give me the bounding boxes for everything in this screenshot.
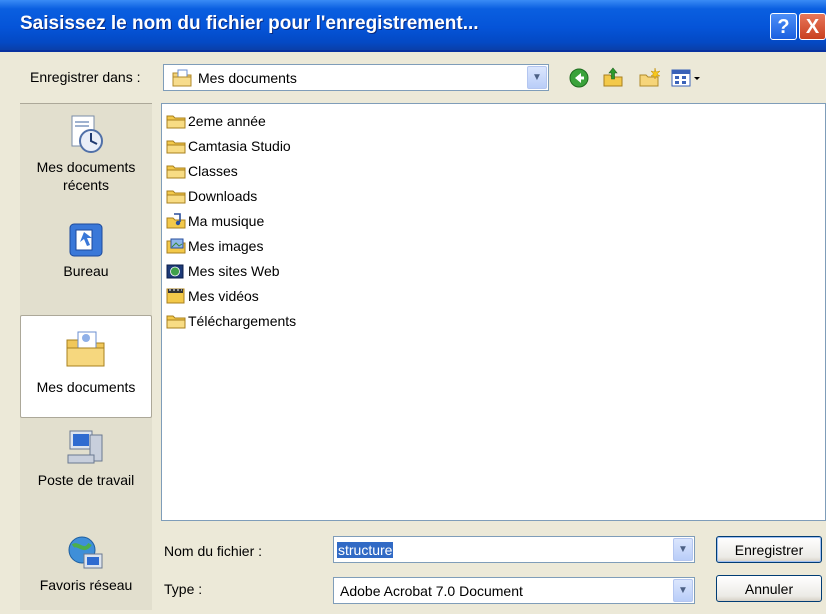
folder-icon <box>166 115 186 129</box>
file-name: Téléchargements <box>188 313 297 329</box>
filename-value: structure <box>337 541 394 558</box>
list-item[interactable]: 2eme année <box>166 111 266 131</box>
place-label: Bureau <box>63 263 109 279</box>
web-folder-icon <box>166 264 184 279</box>
list-item[interactable]: Downloads <box>166 186 257 206</box>
music-folder-icon <box>166 213 186 229</box>
cancel-button[interactable]: Annuler <box>716 575 822 602</box>
close-icon: X <box>805 15 820 38</box>
desktop-icon <box>64 218 108 262</box>
save-in-value: Mes documents <box>198 69 297 86</box>
place-label-second-line: récents <box>63 177 109 193</box>
file-name: Downloads <box>188 188 258 204</box>
file-name: Mes vidéos <box>188 288 259 304</box>
list-item[interactable]: Ma musique <box>166 211 264 231</box>
file-name: 2eme année <box>188 113 266 129</box>
filetype-dropdown[interactable]: Adobe Acrobat 7.0 Document ▼ <box>333 577 695 604</box>
file-name: Mes sites Web <box>188 263 280 279</box>
folder-icon <box>166 165 186 179</box>
network-places-icon <box>64 532 108 576</box>
place-my-computer[interactable]: Poste de travail <box>20 427 152 519</box>
file-name: Camtasia Studio <box>188 138 291 154</box>
place-label: Mes documents <box>36 159 136 175</box>
filename-label: Nom du fichier : <box>164 543 263 559</box>
file-name: Mes images <box>188 238 264 254</box>
close-button[interactable]: X <box>799 13 826 40</box>
save-button[interactable]: Enregistrer <box>716 536 822 563</box>
save-in-dropdown[interactable]: Mes documents ▼ <box>163 64 549 91</box>
folder-icon <box>166 190 186 204</box>
list-item[interactable]: Classes <box>166 161 238 181</box>
place-desktop[interactable]: Bureau <box>20 218 152 310</box>
folder-icon <box>166 315 186 329</box>
filename-input[interactable]: structure ▼ <box>333 536 695 563</box>
video-folder-icon <box>166 288 185 304</box>
chevron-down-icon[interactable]: ▼ <box>527 66 547 89</box>
file-name: Classes <box>188 163 238 179</box>
up-folder-icon[interactable] <box>602 66 624 88</box>
place-network[interactable]: Favoris réseau <box>20 532 152 614</box>
list-item[interactable]: Mes vidéos <box>166 286 259 306</box>
list-item[interactable]: Camtasia Studio <box>166 136 291 156</box>
pictures-folder-icon <box>166 238 186 254</box>
my-documents-small-icon <box>172 69 192 87</box>
window-title: Saisissez le nom du fichier pour l'enreg… <box>20 13 479 34</box>
list-item[interactable]: Téléchargements <box>166 311 296 331</box>
chevron-down-icon[interactable]: ▼ <box>673 538 693 561</box>
filetype-label: Type : <box>164 581 203 597</box>
title-bar: Saisissez le nom du fichier pour l'enreg… <box>0 0 826 52</box>
my-computer-icon <box>64 427 108 471</box>
back-icon[interactable] <box>568 67 590 89</box>
place-label: Mes documents <box>36 379 136 395</box>
place-label: Poste de travail <box>37 472 135 488</box>
my-documents-icon <box>64 328 108 372</box>
recent-documents-icon <box>64 114 108 158</box>
chevron-down-icon[interactable]: ▼ <box>673 579 693 602</box>
filetype-value: Adobe Acrobat 7.0 Document <box>340 582 523 599</box>
place-recent-documents[interactable]: Mes documents récents <box>20 114 152 218</box>
place-my-documents[interactable]: Mes documents <box>20 315 152 418</box>
help-button[interactable]: ? <box>770 13 797 40</box>
list-item[interactable]: Mes sites Web <box>166 261 280 281</box>
file-list[interactable]: 2eme année Camtasia Studio Classes Downl… <box>161 103 826 521</box>
folder-icon <box>166 140 186 154</box>
save-in-label: Enregistrer dans : <box>30 69 141 85</box>
places-bar: Mes documents récents Bureau Mes documen… <box>20 103 152 610</box>
new-folder-icon[interactable] <box>638 67 661 89</box>
filename-value-wrapper: structure <box>334 541 694 558</box>
list-item[interactable]: Mes images <box>166 236 263 256</box>
place-label: Favoris réseau <box>39 577 133 593</box>
view-menu-icon[interactable] <box>670 67 706 89</box>
file-name: Ma musique <box>188 213 265 229</box>
help-icon: ? <box>777 15 790 38</box>
